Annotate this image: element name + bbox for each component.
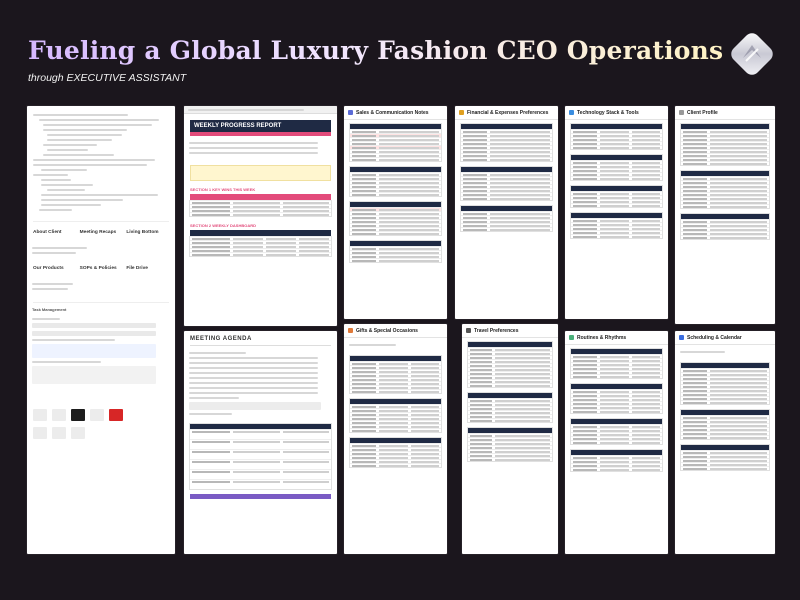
- tile-our-products[interactable]: Our Products: [33, 264, 76, 273]
- task-management-heading: Task Management: [32, 307, 67, 312]
- travel-preferences-doc: Travel Preferences: [462, 324, 558, 554]
- gifts-occasions-doc: Gifts & Special Occasions: [344, 324, 447, 554]
- notion-workspace-doc: About Client Meeting Recaps Living Botto…: [27, 106, 175, 554]
- tile-meeting-recaps[interactable]: Meeting Recaps: [80, 228, 123, 237]
- code-icon: [52, 409, 66, 421]
- app-icon: [33, 409, 47, 421]
- app-icon: [71, 427, 85, 439]
- video-icon: [109, 409, 123, 421]
- app-icon: [90, 409, 104, 421]
- sales-communication-doc: Sales & Communication Notes: [344, 106, 447, 319]
- scheduling-calendar-doc: Scheduling & Calendar: [675, 331, 775, 554]
- section-1-heading: SECTION 1 KEY WINS THIS WEEK: [190, 187, 256, 192]
- page-title: Fueling a Global Luxury Fashion CEO Oper…: [28, 36, 724, 65]
- weekly-progress-report-doc: WEEKLY PROGRESS REPORT SECTION 1 KEY WIN…: [184, 106, 337, 326]
- app-icon: [33, 427, 47, 439]
- notion-icon: [71, 409, 85, 421]
- tile-about-client[interactable]: About Client: [33, 228, 76, 237]
- app-icon: [52, 427, 66, 439]
- section-2-heading: SECTION 2 WEEKLY DASHBOARD: [190, 223, 257, 228]
- financial-expenses-doc: Financial & Expenses Preferences: [455, 106, 558, 319]
- weekly-report-title: WEEKLY PROGRESS REPORT: [190, 120, 331, 132]
- tile-sops-policies[interactable]: SOPs & Policies: [80, 264, 123, 273]
- tile-living-bottom[interactable]: Living Bottom: [126, 228, 169, 237]
- page-subtitle: through EXECUTIVE ASSISTANT: [28, 72, 187, 84]
- meeting-agenda-doc: MEETING AGENDA: [184, 331, 337, 554]
- meeting-agenda-title: MEETING AGENDA: [190, 336, 252, 342]
- technology-stack-doc: Technology Stack & Tools: [565, 106, 668, 319]
- routines-rhythms-doc: Routines & Rhythms: [565, 331, 668, 554]
- client-profile-doc: Client Profile: [675, 106, 775, 324]
- diamond-logo-icon: [731, 33, 773, 75]
- tile-file-drive[interactable]: File Drive: [126, 264, 169, 273]
